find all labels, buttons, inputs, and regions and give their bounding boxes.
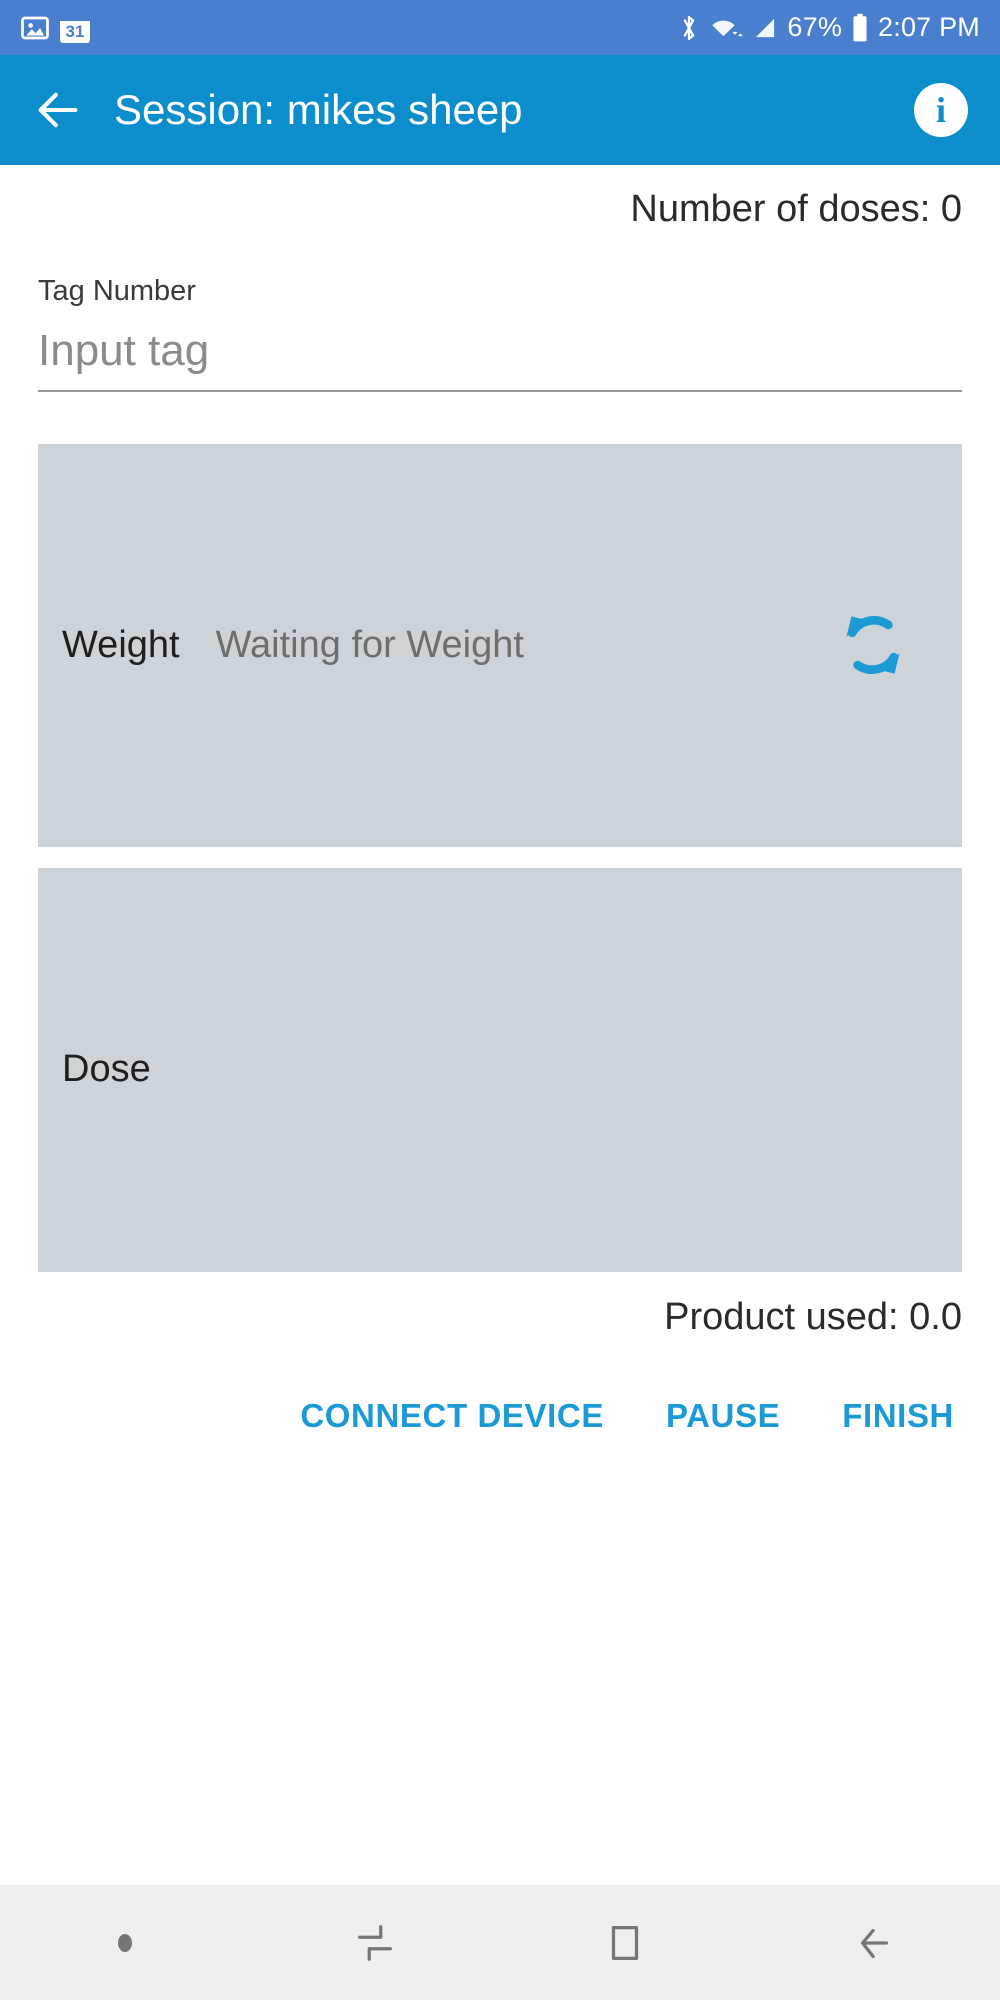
app-bar: Session: mikes sheep i: [0, 55, 1000, 165]
info-icon[interactable]: i: [914, 83, 968, 137]
menu-dot-button[interactable]: [0, 1885, 250, 2000]
page-title: Session: mikes sheep: [114, 86, 523, 133]
status-bar-notifications: 31: [20, 12, 90, 43]
phone-screen: 31 67% 2:07 PM Session: mikes sheep i Nu…: [0, 0, 1000, 2000]
dose-panel: Dose: [38, 867, 962, 1272]
tag-input-container[interactable]: [38, 325, 962, 392]
weight-status-text: Waiting for Weight: [215, 623, 524, 666]
doses-count-label: Number of doses: 0: [630, 188, 962, 230]
wifi-icon: [712, 20, 744, 36]
clock-label: 2:07 PM: [878, 12, 980, 42]
status-bar: 31 67% 2:07 PM: [0, 0, 1000, 55]
refresh-sync-icon[interactable]: [830, 602, 916, 688]
image-icon: [21, 16, 49, 39]
recents-icon: [358, 1924, 392, 1961]
dose-label: Dose: [62, 1048, 151, 1091]
action-button-row: CONNECT DEVICE PAUSE FINISH: [38, 1397, 962, 1435]
back-button[interactable]: [750, 1885, 1000, 2000]
recents-button[interactable]: [250, 1885, 500, 2000]
connect-device-button[interactable]: CONNECT DEVICE: [300, 1397, 604, 1435]
main-content: Number of doses: 0 Tag Number Weight Wai…: [0, 165, 1000, 1885]
home-icon: [611, 1925, 639, 1960]
calendar-icon: 31: [60, 12, 90, 43]
bluetooth-icon: [684, 15, 695, 40]
calendar-day: 31: [65, 21, 85, 41]
back-arrow-icon[interactable]: [32, 84, 84, 136]
tag-number-label: Tag Number: [38, 274, 196, 307]
cell-signal-icon: [756, 18, 775, 37]
home-button[interactable]: [500, 1885, 750, 2000]
status-bar-system-icons: 67% 2:07 PM: [678, 13, 980, 43]
weight-panel: Weight Waiting for Weight: [38, 443, 962, 847]
tag-number-input[interactable]: [38, 325, 962, 376]
product-used-label: Product used: 0.0: [664, 1295, 962, 1338]
battery-percent-label: 67%: [787, 12, 843, 42]
battery-icon: [853, 13, 867, 41]
menu-dot-icon: [118, 1933, 132, 1952]
android-navigation-bar: [0, 1885, 1000, 2000]
pause-button[interactable]: PAUSE: [666, 1397, 780, 1435]
weight-label: Weight: [62, 623, 180, 666]
info-glyph: i: [935, 90, 946, 130]
back-icon: [860, 1928, 889, 1958]
finish-button[interactable]: FINISH: [842, 1397, 954, 1435]
